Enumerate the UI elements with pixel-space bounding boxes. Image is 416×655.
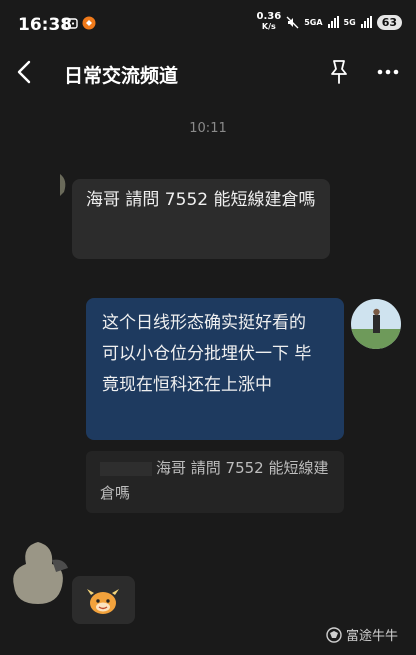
more-options-icon[interactable]: [376, 62, 400, 82]
chat-header: 日常交流频道: [0, 48, 416, 98]
status-indicators: 0.36 K/s 5GA 5G 63: [257, 12, 402, 32]
sim2-label: 5G: [343, 17, 356, 27]
sim1-label: 5GA: [304, 17, 323, 27]
signal-bars-2-icon: [360, 16, 372, 28]
blurred-avatar[interactable]: [8, 538, 68, 608]
message-text: 这个日线形态确实挺好看的 可以小仓位分批埋伏一下 毕竟现在恒科还在上涨中: [102, 313, 312, 395]
message-timestamp: 10:11: [189, 121, 227, 136]
robot-icon: [64, 18, 78, 29]
pin-icon[interactable]: [328, 58, 350, 86]
sender-avatar[interactable]: [60, 160, 70, 200]
bull-mascot-emoji-icon: [87, 589, 119, 614]
quoted-message[interactable]: 海哥 請問 7552 能短線建倉嗎: [86, 451, 344, 513]
status-bar: 16:38 0.36 K/s 5GA 5G 63: [0, 0, 416, 48]
futu-watermark: 富途牛牛: [326, 625, 398, 644]
emoji-message-bubble[interactable]: [72, 576, 135, 624]
signal-bars-1-icon: [327, 16, 339, 28]
message-bubble-outgoing[interactable]: 这个日线形态确实挺好看的 可以小仓位分批埋伏一下 毕竟现在恒科还在上涨中: [86, 298, 344, 440]
status-app-icons: [64, 16, 96, 30]
futu-logo-icon: [326, 626, 342, 643]
app-notification-icon: [82, 16, 96, 30]
mute-icon: [286, 16, 299, 28]
network-speed: 0.36 K/s: [256, 11, 282, 32]
self-avatar[interactable]: [351, 299, 401, 349]
avatar-photo: [351, 299, 401, 349]
battery-indicator: 63: [376, 14, 402, 30]
message-text: 海哥 請問 7552 能短線建倉嗎: [86, 190, 316, 210]
message-bubble-incoming[interactable]: 海哥 請問 7552 能短線建倉嗎: [72, 179, 330, 259]
page-title: 日常交流频道: [64, 65, 179, 87]
redacted-name: [100, 461, 152, 476]
back-arrow-icon[interactable]: [14, 58, 34, 86]
